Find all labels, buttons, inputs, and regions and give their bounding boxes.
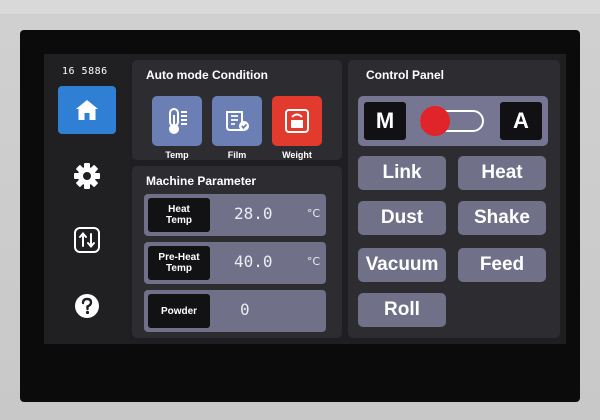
heat-temp-label: Heat Temp	[148, 198, 210, 232]
machine-parameter-panel: Machine Parameter Heat Temp 28.0 °C Pre-H…	[132, 166, 342, 338]
powder-value: 0	[240, 300, 250, 319]
shake-button[interactable]: Shake	[458, 201, 546, 235]
home-icon	[76, 100, 98, 120]
manual-auto-switch[interactable]: M A	[358, 96, 548, 146]
control-panel-title: Control Panel	[366, 68, 445, 82]
temp-mode-button[interactable]	[152, 96, 202, 146]
heat-temp-row[interactable]: Heat Temp 28.0 °C	[144, 194, 326, 236]
help-button[interactable]	[58, 282, 116, 330]
auto-mode-label[interactable]: A	[500, 102, 542, 140]
toggle-knob[interactable]	[420, 106, 450, 136]
thermometer-icon	[169, 108, 187, 134]
manual-mode-label[interactable]: M	[364, 102, 406, 140]
sort-arrows-icon	[74, 227, 100, 253]
help-icon	[75, 294, 99, 318]
link-button[interactable]: Link	[358, 156, 446, 190]
film-roll-icon	[226, 111, 249, 131]
transfer-button[interactable]	[58, 216, 116, 264]
dust-button[interactable]: Dust	[358, 201, 446, 235]
hmi-screen: 16 5886 Auto mode Condition Temp Film We…	[44, 54, 566, 344]
station-id: 16 5886	[62, 66, 108, 77]
auto-mode-panel: Auto mode Condition Temp Film Weight	[132, 60, 342, 160]
heat-temp-unit: °C	[306, 207, 320, 220]
preheat-temp-value: 40.0	[234, 252, 273, 271]
weight-mode-button[interactable]	[272, 96, 322, 146]
powder-row[interactable]: Powder 0	[144, 290, 326, 332]
weight-mode-label: Weight	[282, 150, 312, 160]
feed-button[interactable]: Feed	[458, 248, 546, 282]
control-panel: Control Panel M A Link Heat Dust Shake V…	[348, 60, 560, 338]
sidebar: 16 5886	[44, 54, 130, 344]
roll-button[interactable]: Roll	[358, 293, 446, 327]
film-mode-label: Film	[227, 150, 247, 160]
vacuum-button[interactable]: Vacuum	[358, 248, 446, 282]
preheat-temp-label: Pre-Heat Temp	[148, 246, 210, 280]
home-button[interactable]	[58, 86, 116, 134]
weight-icon	[285, 109, 309, 133]
film-mode-button[interactable]	[212, 96, 262, 146]
heat-temp-value: 28.0	[234, 204, 273, 223]
gear-icon	[74, 163, 100, 189]
preheat-temp-row[interactable]: Pre-Heat Temp 40.0 °C	[144, 242, 326, 284]
temp-mode-label: Temp	[165, 150, 189, 160]
powder-label: Powder	[148, 294, 210, 328]
auto-mode-title: Auto mode Condition	[146, 68, 268, 82]
preheat-temp-unit: °C	[306, 255, 320, 268]
machine-parameter-title: Machine Parameter	[146, 174, 257, 188]
settings-button[interactable]	[58, 152, 116, 200]
heat-button[interactable]: Heat	[458, 156, 546, 190]
